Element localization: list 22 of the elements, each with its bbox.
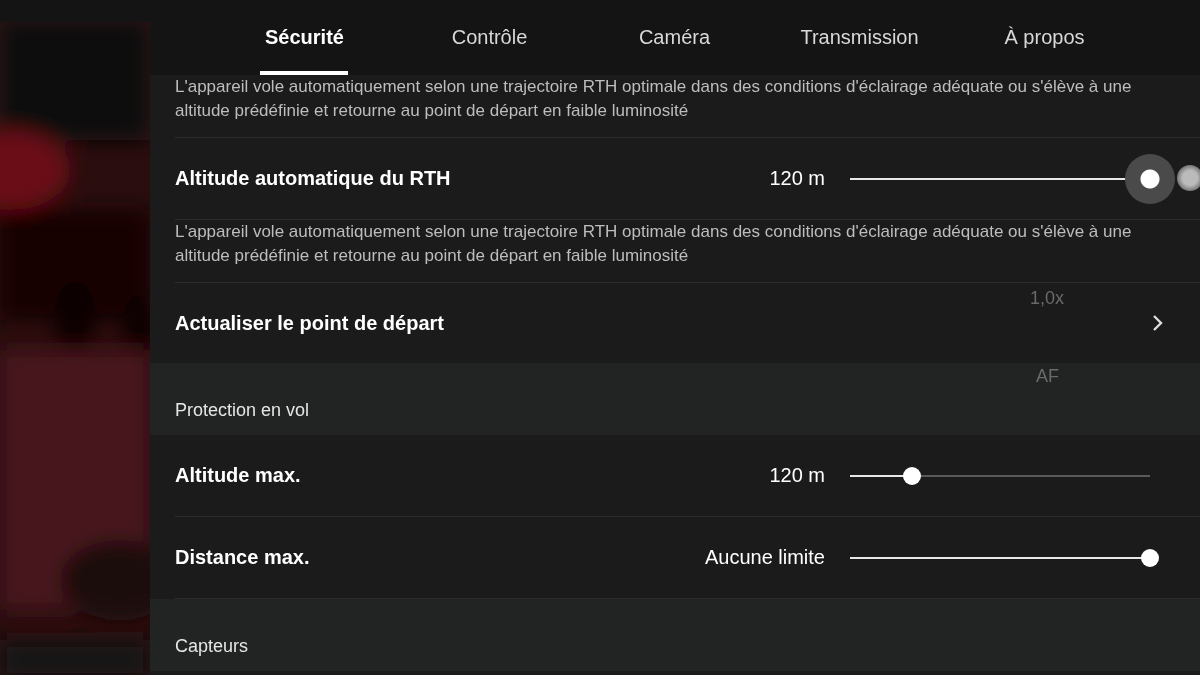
setting-label: Altitude automatique du RTH <box>175 167 452 190</box>
setting-description: L'appareil vole automatiquement selon une trajectoire RTH optimale dans des conditions d'éclairage adéquate ou s'élève à une altitude prédéfinie et retourne au point de départ en faible luminosité <box>175 76 1133 122</box>
setting-value: 120 m <box>769 167 825 190</box>
overlay-label: AF <box>1036 366 1059 387</box>
chevron-right-icon <box>1152 314 1164 332</box>
section-title: Protection en vol <box>175 400 310 421</box>
setting-value: Aucune limite <box>704 546 825 569</box>
menu-item[interactable]: Actualiser le point de départ <box>175 311 444 335</box>
setting-label: Altitude max. <box>175 464 302 487</box>
setting-value: 120 m <box>769 464 825 487</box>
slider-thumb[interactable] <box>1125 153 1175 204</box>
slider-thumb[interactable] <box>1141 548 1159 567</box>
tab[interactable]: Caméra <box>582 0 767 75</box>
tab[interactable]: À propos <box>952 0 1137 75</box>
setting-description: L'appareil vole automatiquement selon une trajectoire RTH optimale dans des conditions d'éclairage adéquate ou s'élève à une altitude prédéfinie et retourne au point de départ en faible luminosité <box>175 221 1133 267</box>
tab[interactable]: Transmission <box>767 0 952 75</box>
overlay-label: 1,0x <box>1030 288 1065 309</box>
tab[interactable]: Sécurité <box>212 0 397 75</box>
slider-thumb[interactable] <box>903 466 922 485</box>
setting-label: Distance max. <box>175 546 311 569</box>
section-title: Capteurs <box>175 636 249 657</box>
tab[interactable]: Contrôle <box>397 0 582 75</box>
